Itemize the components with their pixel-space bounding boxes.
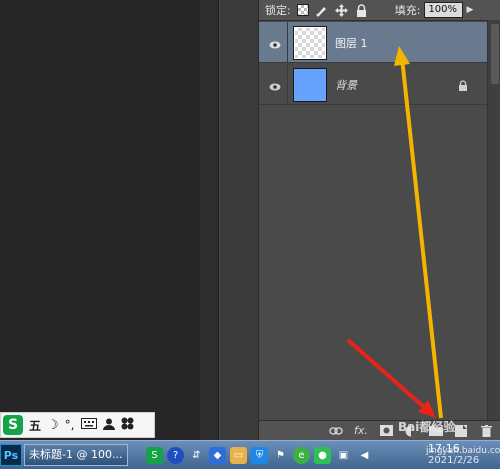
lock-label: 锁定: — [265, 4, 291, 17]
layers-scrollbar[interactable] — [487, 20, 500, 420]
lock-all-icon[interactable] — [355, 3, 369, 17]
lock-position-icon[interactable] — [335, 3, 349, 17]
canvas-scroll-edge — [200, 0, 219, 440]
network-cube-icon[interactable]: ◆ — [209, 446, 226, 464]
eye-divider — [287, 64, 288, 104]
ime-mode-label[interactable]: 五 — [29, 417, 41, 434]
expand-tray-icon[interactable]: ⇵ — [188, 447, 205, 464]
eye-divider — [287, 22, 288, 62]
wechat-tray-icon[interactable]: ● — [314, 446, 331, 464]
volume-tray-icon[interactable]: ◀ — [356, 447, 373, 464]
security-shield-icon[interactable]: ⛨ — [251, 446, 268, 464]
scrollbar-thumb[interactable] — [491, 24, 499, 84]
punctuation-icon[interactable]: °, — [65, 418, 75, 432]
link-layers-icon[interactable] — [329, 424, 343, 438]
layer-row-layer1[interactable]: 图层 1 — [259, 22, 487, 63]
layer-name[interactable]: 背景 — [335, 77, 357, 93]
panel-dock-column — [219, 0, 259, 440]
network-tray-icon[interactable]: ▣ — [335, 447, 352, 464]
photoshop-app-icon[interactable]: Ps — [0, 444, 22, 466]
layers-toolbar: fx. — [259, 420, 500, 440]
browser-tray-icon[interactable]: e — [293, 446, 310, 464]
visibility-eye-icon[interactable] — [269, 36, 281, 49]
lock-bar: 锁定: 填充: 100% ▶ — [259, 0, 500, 21]
half-width-moon-icon[interactable]: ☽ — [47, 418, 59, 433]
help-tray-icon[interactable]: ? — [167, 446, 184, 464]
ime-toolbar: S 五 ☽ °, — [0, 412, 155, 438]
folder-tray-icon[interactable]: ▭ — [230, 446, 247, 464]
taskbar-window-button[interactable]: 未标题-1 @ 100... — [24, 444, 128, 466]
layer-thumbnail-transparent — [293, 26, 327, 60]
delete-layer-trash-icon[interactable] — [479, 424, 493, 438]
lock-image-pixels-icon[interactable] — [315, 3, 329, 17]
sogou-logo-icon[interactable]: S — [3, 415, 23, 435]
add-mask-icon[interactable] — [379, 424, 393, 438]
watermark-url: jingyan.baidu.com — [426, 446, 500, 456]
fill-input[interactable]: 100% — [424, 2, 464, 18]
layer-style-fx-icon[interactable]: fx. — [354, 424, 368, 438]
layer-row-background[interactable]: 背景 — [259, 64, 487, 105]
system-tray: S ? ⇵ ◆ ▭ ⛨ ⚑ e ● ▣ ◀ — [146, 445, 373, 465]
layer-thumbnail-blue — [293, 68, 327, 102]
new-layer-icon[interactable] — [454, 424, 468, 438]
document-canvas-area[interactable] — [0, 0, 200, 440]
skin-clover-icon[interactable] — [121, 417, 134, 433]
sogou-tray-icon[interactable]: S — [146, 446, 163, 464]
clock-date: 2021/2/26 — [428, 455, 480, 466]
keyboard-icon[interactable] — [80, 418, 97, 432]
layers-panel: 锁定: 填充: 100% ▶ 图层 1 背景 fx. — [258, 0, 500, 440]
visibility-eye-icon[interactable] — [269, 78, 281, 91]
flag-tray-icon[interactable]: ⚑ — [272, 447, 289, 464]
taskbar: Ps 未标题-1 @ 100... S ? ⇵ ◆ ▭ ⛨ ⚑ e ● ▣ ◀ … — [0, 440, 500, 469]
background-lock-icon — [458, 77, 470, 91]
fill-dropdown-icon[interactable]: ▶ — [466, 5, 473, 15]
watermark-brand: Bai都经验 — [398, 420, 456, 434]
fill-label: 填充: — [394, 4, 421, 17]
user-icon[interactable] — [102, 418, 115, 433]
lock-transparent-pixels-icon[interactable] — [296, 4, 309, 16]
layer-name[interactable]: 图层 1 — [335, 35, 368, 51]
